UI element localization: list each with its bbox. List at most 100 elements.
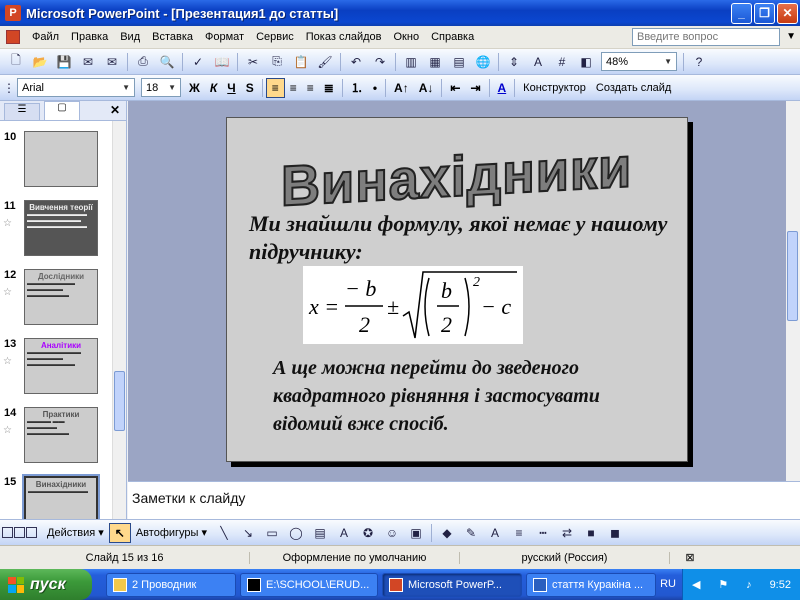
justify-button[interactable]: ≣ [319, 78, 339, 98]
task-explorer[interactable]: 2 Проводник [106, 572, 236, 597]
fill-color-icon[interactable]: ◆ [437, 523, 457, 543]
slide-title[interactable]: Винахідники [280, 135, 633, 219]
picture-icon[interactable]: ▣ [406, 523, 426, 543]
close-pane-icon[interactable]: ✕ [110, 103, 120, 117]
format-painter-icon[interactable]: 🖌 [315, 52, 335, 72]
save-icon[interactable]: 💾 [54, 52, 74, 72]
new-icon[interactable]: 🗋 [6, 52, 26, 72]
actions-menu[interactable]: Действия ▾ [42, 523, 109, 543]
align-right-button[interactable]: ≡ [302, 78, 319, 98]
document-icon[interactable] [6, 30, 20, 44]
menu-insert[interactable]: Вставка [146, 31, 199, 43]
open-icon[interactable]: 📂 [30, 52, 50, 72]
line-icon[interactable]: ╲ [214, 523, 234, 543]
decrease-font-icon[interactable]: A↓ [414, 78, 439, 98]
print-icon[interactable]: ⎙ [133, 52, 153, 72]
start-button[interactable]: пуск [0, 569, 92, 600]
menu-window[interactable]: Окно [388, 31, 426, 43]
menu-tools[interactable]: Сервис [250, 31, 300, 43]
cut-icon[interactable]: ✂ [243, 52, 263, 72]
font-color-icon[interactable]: A [493, 78, 512, 98]
notes-pane[interactable]: Заметки к слайду [128, 481, 800, 519]
color-grayscale-icon[interactable]: ◧ [576, 52, 596, 72]
slide-thumbnail[interactable]: Практики ▬▬▬▬ ▬▬ ▬▬▬▬▬ ▬▬▬▬▬▬▬ [24, 407, 98, 463]
underline-button[interactable]: Ч [222, 78, 240, 98]
paste-icon[interactable]: 📋 [291, 52, 311, 72]
3d-style-icon[interactable]: ◼ [605, 523, 625, 543]
help-question-input[interactable]: Введите вопрос [632, 28, 780, 46]
task-word[interactable]: стаття Куракіна ... [526, 572, 656, 597]
slide-thumb-row[interactable]: 10 [0, 131, 112, 191]
slide-text-1[interactable]: Ми знайшли формулу, якої немає у нашому … [249, 210, 669, 266]
show-formatting-icon[interactable]: A [528, 52, 548, 72]
italic-button[interactable]: К [205, 78, 222, 98]
align-left-button[interactable]: ≡ [265, 77, 285, 98]
line-color-icon[interactable]: ✎ [461, 523, 481, 543]
tray-back-icon[interactable]: ◀ [692, 578, 700, 591]
toolbar-grip[interactable]: ⋮ [3, 78, 15, 98]
oval-icon[interactable]: ◯ [286, 523, 306, 543]
keyboard-language[interactable]: RU [660, 578, 676, 590]
line-style-icon[interactable]: ≡ [509, 523, 529, 543]
font-select[interactable]: Arial ▼ [17, 78, 135, 97]
insert-table-icon[interactable]: ▦ [425, 52, 445, 72]
scrollbar-thumb[interactable] [787, 231, 798, 321]
slide-canvas[interactable]: Винахідники Ми знайшли формулу, якої нем… [226, 117, 688, 462]
shadow-button[interactable]: S [241, 78, 259, 98]
arrow-icon[interactable]: ↘ [238, 523, 258, 543]
select-pointer-icon[interactable]: ↖ [108, 522, 131, 543]
font-color-draw-icon[interactable]: A [485, 523, 505, 543]
tables-borders-icon[interactable]: ▤ [449, 52, 469, 72]
increase-font-icon[interactable]: A↑ [389, 78, 414, 98]
zoom-select[interactable]: 48% ▼ [601, 52, 677, 71]
menu-slideshow[interactable]: Показ слайдов [300, 31, 388, 43]
task-cmd[interactable]: E:\SCHOOL\ERUD... [240, 572, 378, 597]
decrease-indent-icon[interactable]: ⇤ [445, 78, 465, 98]
help-icon[interactable]: ? [689, 52, 709, 72]
scrollbar-thumb[interactable] [114, 371, 125, 431]
slide-thumb-row[interactable]: 13 ☆ Аналітики ▬▬▬▬▬▬▬▬▬ ▬▬▬▬▬▬ ▬▬▬▬▬▬▬▬ [0, 338, 112, 398]
align-center-button[interactable]: ≡ [285, 78, 302, 98]
redo-icon[interactable]: ↷ [370, 52, 390, 72]
slide-thumbnail[interactable]: Аналітики ▬▬▬▬▬▬▬▬▬ ▬▬▬▬▬▬ ▬▬▬▬▬▬▬▬ [24, 338, 98, 394]
undo-icon[interactable]: ↶ [346, 52, 366, 72]
minimize-button[interactable]: _ [731, 2, 752, 24]
slide-thumb-row[interactable]: 12 ☆ Дослідники ▬▬▬▬▬▬▬▬ ▬▬▬▬▬▬ ▬▬▬▬▬▬▬ [0, 269, 112, 329]
slides-scrollbar[interactable] [112, 121, 126, 519]
print-preview-icon[interactable]: 🔍 [157, 52, 177, 72]
menu-file[interactable]: Файл [26, 31, 65, 43]
new-slide-button[interactable]: Создать слайд [591, 78, 676, 98]
menu-format[interactable]: Формат [199, 31, 250, 43]
menu-edit[interactable]: Правка [65, 31, 114, 43]
slide-thumb-row[interactable]: 14 ☆ Практики ▬▬▬▬ ▬▬ ▬▬▬▬▬ ▬▬▬▬▬▬▬ [0, 407, 112, 467]
bold-button[interactable]: Ж [184, 78, 205, 98]
slide-thumbnail[interactable]: Дослідники ▬▬▬▬▬▬▬▬ ▬▬▬▬▬▬ ▬▬▬▬▬▬▬ [24, 269, 98, 325]
research-icon[interactable]: 📖 [212, 52, 232, 72]
design-button[interactable]: Конструктор [518, 78, 591, 98]
tray-network-icon[interactable]: ⚑ [718, 578, 728, 591]
help-dropdown-icon[interactable]: ▼ [786, 31, 796, 42]
menu-help[interactable]: Справка [425, 31, 480, 43]
tab-slides[interactable]: ▢ [44, 101, 80, 120]
bullets-icon[interactable]: • [368, 78, 382, 98]
email-icon[interactable]: ✉ [102, 52, 122, 72]
textbox-icon[interactable]: ▤ [310, 523, 330, 543]
tab-outline[interactable]: ☰ [4, 103, 40, 120]
show-grid-icon[interactable]: # [552, 52, 572, 72]
insert-chart-icon[interactable]: ▥ [401, 52, 421, 72]
diagram-icon[interactable]: ✪ [358, 523, 378, 543]
expand-all-icon[interactable]: ⇕ [504, 52, 524, 72]
slideshow-view-icon[interactable] [26, 527, 37, 538]
sorter-view-icon[interactable] [14, 527, 25, 538]
dash-style-icon[interactable]: ┅ [533, 523, 553, 543]
increase-indent-icon[interactable]: ⇥ [465, 78, 485, 98]
tray-volume-icon[interactable]: ♪ [746, 579, 752, 591]
spelling-icon[interactable]: ✓ [188, 52, 208, 72]
shadow-style-icon[interactable]: ■ [581, 523, 601, 543]
menu-view[interactable]: Вид [114, 31, 146, 43]
restore-button[interactable]: ❐ [754, 2, 775, 24]
task-powerpoint[interactable]: Microsoft PowerP... [382, 572, 522, 597]
slide-thumb-row[interactable]: 11 ☆ Вивчення теорії ▬▬▬▬▬▬▬▬▬▬ ▬▬▬▬▬▬▬▬▬… [0, 200, 112, 260]
arrow-style-icon[interactable]: ⇄ [557, 523, 577, 543]
permission-icon[interactable]: ✉ [78, 52, 98, 72]
